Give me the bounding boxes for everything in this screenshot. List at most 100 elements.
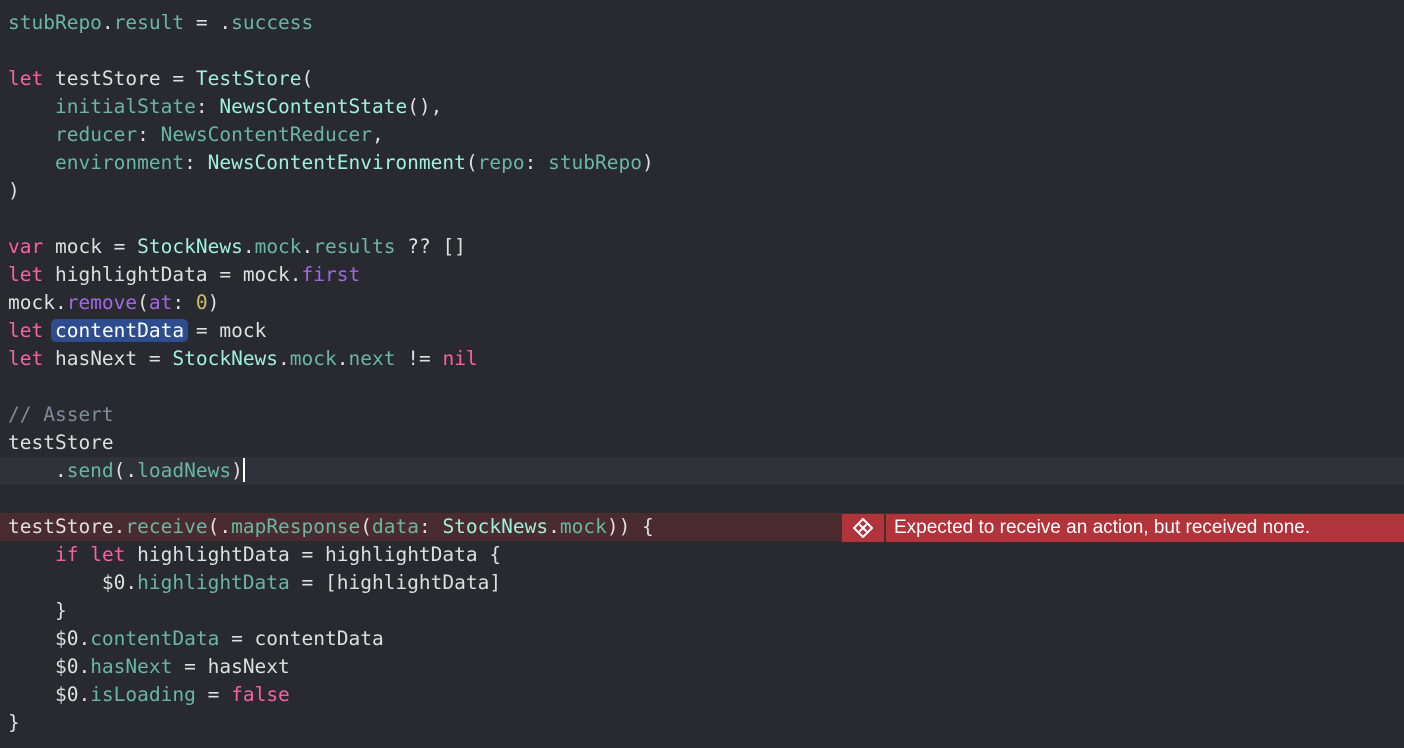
code-line[interactable]: var mock = StockNews.mock.results ?? []: [0, 233, 1404, 261]
code-token: (.: [207, 515, 232, 538]
code-token: first: [301, 263, 361, 286]
code-text: environment: NewsContentEnvironment(repo…: [8, 149, 654, 177]
error-annotation[interactable]: Expected to receive an action, but recei…: [842, 514, 1404, 542]
code-line[interactable]: mock.remove(at: 0): [0, 289, 1404, 317]
code-token: = hasNext: [172, 655, 290, 678]
code-token: :: [524, 151, 549, 174]
code-token: ?? []: [395, 235, 466, 258]
code-line[interactable]: let contentData = mock: [0, 317, 1404, 345]
code-token: (: [360, 515, 372, 538]
code-token: NewsContentReducer: [160, 123, 372, 146]
code-token: }: [8, 599, 67, 622]
code-token: results: [313, 235, 396, 258]
code-token: }: [8, 711, 20, 734]
code-token: :: [418, 515, 443, 538]
code-text: let hasNext = StockNews.mock.next != nil: [8, 345, 478, 373]
code-token: isLoading: [90, 683, 196, 706]
code-token: .: [8, 459, 67, 482]
code-token: let: [8, 263, 44, 286]
code-line[interactable]: environment: NewsContentEnvironment(repo…: [0, 149, 1404, 177]
code-token: (: [465, 151, 478, 174]
code-token: // Assert: [8, 403, 114, 426]
code-editor[interactable]: stubRepo.result = .success let testStore …: [0, 0, 1404, 748]
code-text: ): [8, 177, 20, 205]
code-token: ): [231, 459, 243, 482]
code-token: mock: [559, 515, 607, 538]
code-token: hasNext =: [43, 347, 173, 370]
code-line[interactable]: let testStore = TestStore(: [0, 65, 1404, 93]
code-token: testStore: [8, 431, 114, 454]
code-line[interactable]: ): [0, 177, 1404, 205]
code-token: reducer: [54, 123, 138, 146]
error-message: Expected to receive an action, but recei…: [886, 514, 1404, 542]
code-token: $0.: [8, 571, 138, 594]
code-token: nil: [442, 347, 478, 370]
code-token: mock: [289, 347, 337, 370]
code-token: loadNews: [137, 459, 232, 482]
code-line[interactable]: let hasNext = StockNews.mock.next != nil: [0, 345, 1404, 373]
code-token: :: [137, 123, 161, 146]
code-line[interactable]: [0, 205, 1404, 233]
code-line[interactable]: testStore: [0, 429, 1404, 457]
code-token: testStore: [8, 515, 114, 538]
code-line[interactable]: if let highlightData = highlightData {: [0, 541, 1404, 569]
code-token: success: [231, 11, 314, 34]
code-token: remove: [66, 291, 138, 314]
code-token: (.: [113, 459, 138, 482]
code-token: .: [101, 11, 114, 34]
code-line[interactable]: .send(.loadNews): [0, 457, 1404, 485]
code-token: $0.: [8, 683, 91, 706]
code-text: if let highlightData = highlightData {: [8, 541, 501, 569]
code-line[interactable]: let highlightData = mock.first: [0, 261, 1404, 289]
code-token: highlightData = highlightData {: [125, 543, 502, 566]
code-line[interactable]: }: [0, 709, 1404, 737]
code-token: :: [184, 151, 208, 174]
code-text: $0.hasNext = hasNext: [8, 653, 290, 681]
code-line[interactable]: // Assert: [0, 401, 1404, 429]
code-line[interactable]: [0, 37, 1404, 65]
code-text: mock.remove(at: 0): [8, 289, 219, 317]
code-text: let testStore = TestStore(: [8, 65, 313, 93]
code-line[interactable]: $0.highlightData = [highlightData]: [0, 569, 1404, 597]
code-token: result: [113, 11, 185, 34]
code-line[interactable]: }: [0, 597, 1404, 625]
code-token: data: [371, 515, 419, 538]
code-text: $0.contentData = contentData: [8, 625, 384, 653]
code-token: receive: [125, 515, 208, 538]
selected-token: contentData: [50, 319, 189, 342]
code-token: !=: [395, 347, 443, 370]
code-token: let: [8, 347, 44, 370]
code-line[interactable]: $0.isLoading = false: [0, 681, 1404, 709]
code-token: = .: [184, 11, 232, 34]
code-token: $0.: [8, 627, 91, 650]
code-line[interactable]: initialState: NewsContentState(),: [0, 93, 1404, 121]
code-token: ,: [371, 123, 384, 146]
code-token: var: [8, 235, 44, 258]
code-line[interactable]: [0, 373, 1404, 401]
code-token: contentData: [90, 627, 220, 650]
code-text: reducer: NewsContentReducer,: [8, 121, 384, 149]
error-icon-box[interactable]: [842, 514, 884, 542]
code-token: mock =: [43, 235, 138, 258]
code-token: TestStore: [195, 67, 302, 90]
code-text: $0.highlightData = [highlightData]: [8, 569, 501, 597]
code-token: StockNews: [442, 515, 549, 538]
code-token: = contentData: [219, 627, 384, 650]
code-text: .send(.loadNews): [8, 457, 245, 485]
code-line[interactable]: reducer: NewsContentReducer,: [0, 121, 1404, 149]
code-text: initialState: NewsContentState(),: [8, 93, 442, 121]
code-token: stubRepo: [8, 11, 102, 34]
code-token: .: [242, 235, 255, 258]
error-x-icon: [853, 518, 873, 538]
code-line[interactable]: $0.hasNext = hasNext: [0, 653, 1404, 681]
code-text: testStore.receive(.mapResponse(data: Sto…: [8, 513, 654, 541]
code-line[interactable]: [0, 485, 1404, 513]
code-line[interactable]: $0.contentData = contentData: [0, 625, 1404, 653]
code-token: (: [301, 67, 314, 90]
code-token: stubRepo: [548, 151, 642, 174]
code-token: = mock: [184, 319, 267, 342]
code-line[interactable]: stubRepo.result = .success: [0, 9, 1404, 37]
